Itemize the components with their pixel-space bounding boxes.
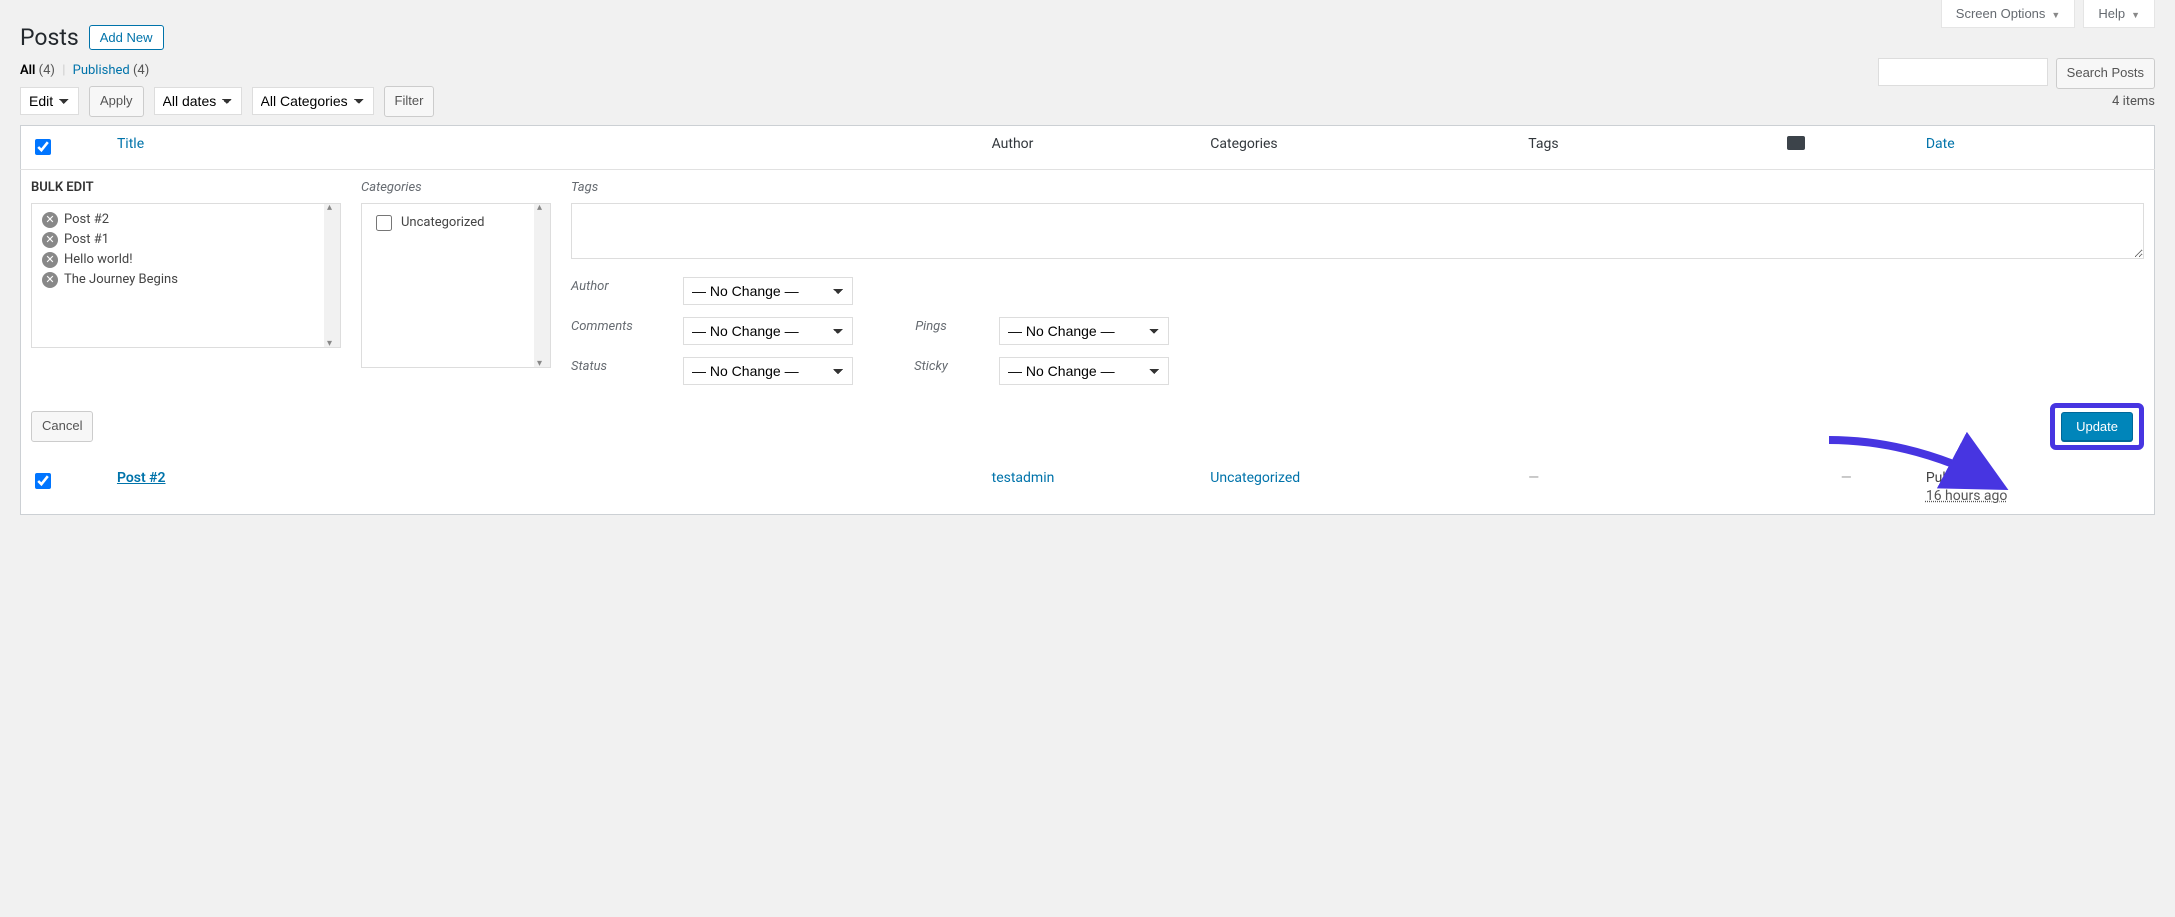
author-select[interactable]: — No Change — (683, 277, 853, 305)
post-date-status: Published (1926, 470, 1987, 486)
comments-label: Comments (571, 319, 659, 334)
sticky-select[interactable]: — No Change — (999, 357, 1169, 385)
category-checkbox[interactable] (376, 215, 392, 231)
filter-published[interactable]: Published (4) (73, 63, 150, 78)
screen-options-label: Screen Options (1956, 6, 2046, 21)
pings-label: Pings (887, 319, 975, 334)
tags-label: Tags (571, 180, 2144, 195)
help-tab[interactable]: Help (2083, 0, 2155, 28)
column-title[interactable]: Title (117, 136, 144, 152)
pings-select[interactable]: — No Change — (999, 317, 1169, 345)
chevron-down-icon (2051, 6, 2060, 21)
post-tags: — (1528, 470, 1539, 486)
remove-item-icon[interactable]: ✕ (42, 212, 58, 228)
scrollbar[interactable] (324, 204, 340, 347)
add-new-button[interactable]: Add New (89, 25, 164, 50)
column-categories: Categories (1200, 125, 1518, 169)
post-status-filters: All (4) | Published (4) (20, 63, 2155, 78)
remove-item-icon[interactable]: ✕ (42, 272, 58, 288)
bulk-item: ✕ Hello world! (42, 250, 330, 270)
bulk-edit-panel: BULK EDIT ✕ Post #2 ✕ Post #1 (21, 169, 2155, 460)
bulk-edit-items-list: ✕ Post #2 ✕ Post #1 ✕ Hello world! (31, 203, 341, 348)
column-date[interactable]: Date (1926, 136, 1955, 152)
remove-item-icon[interactable]: ✕ (42, 232, 58, 248)
post-comments-count: — (1841, 470, 1852, 486)
bulk-item: ✕ The Journey Begins (42, 270, 330, 290)
search-input[interactable] (1878, 58, 2048, 86)
update-button[interactable]: Update (2061, 412, 2133, 441)
filter-all[interactable]: All (4) (20, 63, 58, 78)
column-tags: Tags (1518, 125, 1776, 169)
post-title-link[interactable]: Post #2 (117, 470, 166, 486)
categories-checklist: Uncategorized (361, 203, 551, 368)
comments-select[interactable]: — No Change — (683, 317, 853, 345)
apply-button[interactable]: Apply (89, 86, 144, 117)
search-posts-button[interactable]: Search Posts (2056, 58, 2155, 89)
post-category-link[interactable]: Uncategorized (1210, 470, 1300, 486)
comment-icon (1787, 136, 1805, 150)
category-option[interactable]: Uncategorized (372, 212, 540, 234)
filter-button[interactable]: Filter (384, 86, 435, 117)
annotation-highlight: Update (2050, 403, 2144, 450)
chevron-down-icon (2131, 6, 2140, 21)
bulk-edit-heading: BULK EDIT (31, 180, 341, 195)
remove-item-icon[interactable]: ✕ (42, 252, 58, 268)
select-all-checkbox[interactable] (35, 139, 51, 155)
bulk-action-select[interactable]: Edit (20, 87, 79, 115)
cancel-button[interactable]: Cancel (31, 411, 93, 442)
status-label: Status (571, 359, 659, 374)
help-label: Help (2098, 6, 2125, 21)
scrollbar[interactable] (534, 204, 550, 367)
table-row: Post #2 testadmin Uncategorized — — Publ… (21, 460, 2155, 515)
sticky-label: Sticky (887, 359, 975, 374)
status-select[interactable]: — No Change — (683, 357, 853, 385)
items-count: 4 items (2112, 94, 2155, 109)
row-checkbox[interactable] (35, 473, 51, 489)
categories-label: Categories (361, 180, 551, 195)
tags-input[interactable] (571, 203, 2144, 259)
post-author-link[interactable]: testadmin (992, 470, 1055, 486)
post-date-ago: 16 hours ago (1926, 488, 2008, 504)
bulk-item: ✕ Post #1 (42, 230, 330, 250)
bulk-item: ✕ Post #2 (42, 210, 330, 230)
column-author: Author (982, 125, 1201, 169)
screen-options-tab[interactable]: Screen Options (1941, 0, 2076, 28)
category-filter-select[interactable]: All Categories (252, 87, 374, 115)
dates-filter-select[interactable]: All dates (154, 87, 242, 115)
author-label: Author (571, 279, 659, 294)
page-title: Posts (20, 24, 79, 51)
